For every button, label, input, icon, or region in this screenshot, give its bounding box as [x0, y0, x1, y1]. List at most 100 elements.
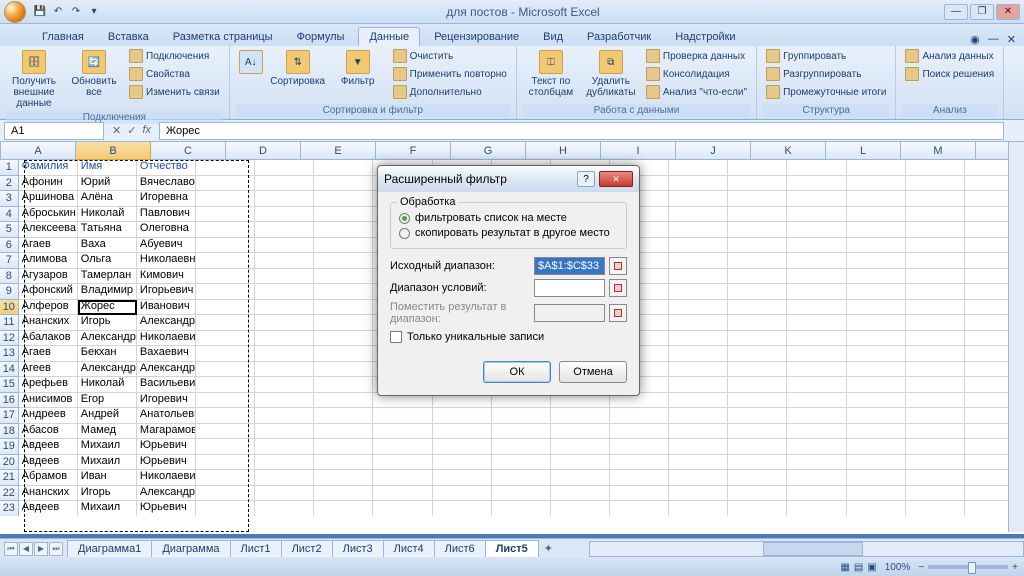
- cell[interactable]: [728, 269, 787, 285]
- cell[interactable]: Юрьевич: [137, 439, 196, 455]
- zoom-slider[interactable]: [928, 565, 1008, 569]
- cell[interactable]: [255, 346, 314, 362]
- copy-to-radio[interactable]: скопировать результат в другое место: [399, 227, 618, 239]
- cell[interactable]: [669, 253, 728, 269]
- dialog-help-button[interactable]: ?: [577, 171, 595, 187]
- cancel-icon[interactable]: ✕: [112, 124, 121, 137]
- cell[interactable]: [847, 424, 906, 440]
- cell[interactable]: Алимова: [19, 253, 78, 269]
- cell[interactable]: [847, 408, 906, 424]
- cell[interactable]: [787, 284, 846, 300]
- cell[interactable]: [847, 284, 906, 300]
- cell[interactable]: [314, 455, 373, 471]
- cell[interactable]: [492, 455, 551, 471]
- cell[interactable]: Арефьев: [19, 377, 78, 393]
- cell[interactable]: [787, 486, 846, 502]
- cell[interactable]: [255, 362, 314, 378]
- cell[interactable]: [787, 300, 846, 316]
- cell[interactable]: Александрович: [137, 315, 196, 331]
- cell[interactable]: [373, 455, 432, 471]
- column-header[interactable]: I: [601, 142, 676, 160]
- column-header[interactable]: D: [226, 142, 301, 160]
- cell[interactable]: Михаил: [78, 439, 137, 455]
- cell[interactable]: Васильевич: [137, 377, 196, 393]
- cell[interactable]: [669, 238, 728, 254]
- cell[interactable]: [255, 331, 314, 347]
- cell[interactable]: [314, 393, 373, 409]
- tab-pagelayout[interactable]: Разметка страницы: [163, 28, 283, 46]
- cell[interactable]: [847, 486, 906, 502]
- cell[interactable]: [787, 176, 846, 192]
- group-button[interactable]: Группировать: [763, 48, 889, 64]
- column-header[interactable]: H: [526, 142, 601, 160]
- sheet-nav-first[interactable]: ⏮: [4, 542, 18, 556]
- cell[interactable]: Ананских: [19, 486, 78, 502]
- consolidation-button[interactable]: Консолидация: [643, 66, 750, 82]
- advanced-filter-button[interactable]: Дополнительно: [390, 84, 510, 100]
- tab-view[interactable]: Вид: [533, 28, 573, 46]
- cell[interactable]: [314, 501, 373, 516]
- cell[interactable]: [255, 222, 314, 238]
- cell[interactable]: Николаевна: [137, 253, 196, 269]
- minimize-ribbon-icon[interactable]: —: [988, 33, 999, 46]
- cell[interactable]: Агузаров: [19, 269, 78, 285]
- cell[interactable]: Юрьевич: [137, 455, 196, 471]
- cell[interactable]: [314, 424, 373, 440]
- tab-home[interactable]: Главная: [32, 28, 94, 46]
- row-header[interactable]: 4: [0, 207, 19, 223]
- cell[interactable]: [314, 300, 373, 316]
- ok-button[interactable]: ОК: [483, 361, 551, 383]
- clear-filter-button[interactable]: Очистить: [390, 48, 510, 64]
- cell[interactable]: [847, 207, 906, 223]
- cell[interactable]: Агаев: [19, 346, 78, 362]
- cell[interactable]: [728, 191, 787, 207]
- cell[interactable]: Игоревич: [137, 393, 196, 409]
- cell[interactable]: [196, 501, 255, 516]
- cell[interactable]: Николаевич: [137, 331, 196, 347]
- cell[interactable]: [728, 238, 787, 254]
- ungroup-button[interactable]: Разгруппировать: [763, 66, 889, 82]
- row-header[interactable]: 1: [0, 160, 19, 176]
- cell[interactable]: [847, 191, 906, 207]
- vertical-scrollbar[interactable]: [1008, 142, 1024, 532]
- sheet-tab[interactable]: Лист6: [434, 540, 486, 557]
- cell[interactable]: Александр: [78, 362, 137, 378]
- cell[interactable]: [787, 439, 846, 455]
- zoom-in-icon[interactable]: +: [1012, 562, 1018, 573]
- column-header[interactable]: F: [376, 142, 451, 160]
- cell[interactable]: [906, 253, 965, 269]
- cell[interactable]: [492, 470, 551, 486]
- cell[interactable]: Олеговна: [137, 222, 196, 238]
- row-header[interactable]: 9: [0, 284, 19, 300]
- cell[interactable]: [847, 238, 906, 254]
- cell[interactable]: [787, 207, 846, 223]
- tab-data[interactable]: Данные: [358, 27, 420, 46]
- tab-insert[interactable]: Вставка: [98, 28, 159, 46]
- cell[interactable]: [669, 269, 728, 285]
- cell[interactable]: [847, 176, 906, 192]
- cell[interactable]: [433, 424, 492, 440]
- cell[interactable]: [196, 238, 255, 254]
- cell[interactable]: Владимир: [78, 284, 137, 300]
- view-normal-icon[interactable]: ▦: [840, 562, 849, 573]
- cell[interactable]: Абуевич: [137, 238, 196, 254]
- cell[interactable]: Аброськин: [19, 207, 78, 223]
- cell[interactable]: [255, 315, 314, 331]
- cell[interactable]: [373, 501, 432, 516]
- tab-review[interactable]: Рецензирование: [424, 28, 529, 46]
- text-to-columns-button[interactable]: ⎅Текст по столбцам: [523, 48, 579, 100]
- cell[interactable]: [906, 160, 965, 176]
- cell[interactable]: Иванович: [137, 300, 196, 316]
- cell[interactable]: [787, 455, 846, 471]
- cell[interactable]: [255, 501, 314, 516]
- cell[interactable]: [906, 222, 965, 238]
- cell[interactable]: [906, 300, 965, 316]
- cell[interactable]: [847, 470, 906, 486]
- cell[interactable]: Авдеев: [19, 439, 78, 455]
- cell[interactable]: [669, 501, 728, 516]
- cell[interactable]: [255, 408, 314, 424]
- cell[interactable]: [196, 222, 255, 238]
- cell[interactable]: Анисимов: [19, 393, 78, 409]
- cell[interactable]: [906, 191, 965, 207]
- dialog-close-button[interactable]: ✕: [599, 171, 633, 187]
